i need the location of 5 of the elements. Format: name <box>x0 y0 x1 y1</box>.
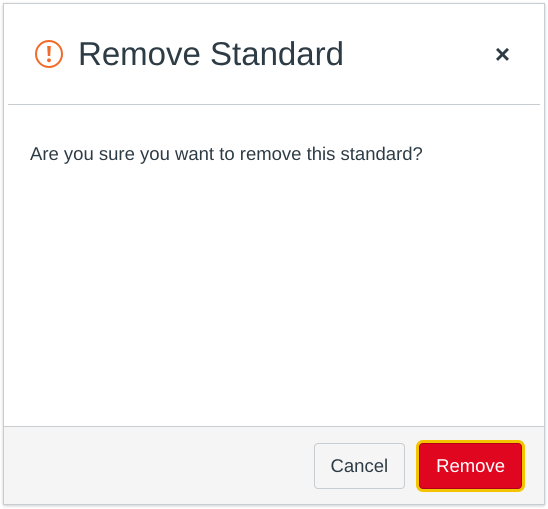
warning-icon <box>34 39 64 69</box>
dialog-message: Are you sure you want to remove this standard? <box>30 143 423 164</box>
dialog-title: Remove Standard <box>78 35 345 73</box>
close-button[interactable]: × <box>490 38 514 70</box>
cancel-button[interactable]: Cancel <box>314 442 406 488</box>
